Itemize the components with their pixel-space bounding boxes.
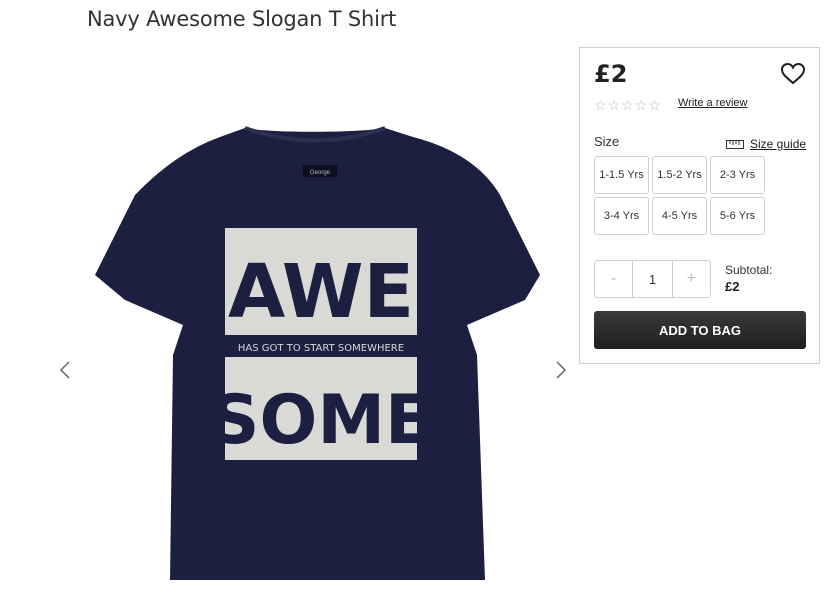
product-image: George AWE HAS GOT TO START SOMEWHERE SO… [95, 126, 540, 580]
size-option[interactable]: 3-4 Yrs [594, 197, 649, 235]
heart-icon [780, 62, 806, 85]
quantity-field[interactable]: 1 [632, 261, 673, 297]
gallery-next-button[interactable] [550, 360, 570, 380]
size-option[interactable]: 1-1.5 Yrs [594, 156, 649, 194]
print-middle-text: HAS GOT TO START SOMEWHERE [238, 343, 404, 354]
print-top-text: AWE [228, 249, 414, 335]
subtotal-value: £2 [725, 279, 740, 294]
wishlist-button[interactable] [780, 62, 806, 86]
size-options: 1-1.5 Yrs 1.5-2 Yrs 2-3 Yrs 3-4 Yrs 4-5 … [594, 156, 765, 235]
size-option[interactable]: 2-3 Yrs [710, 156, 765, 194]
size-guide-label: Size guide [750, 137, 807, 151]
product-title: Navy Awesome Slogan T Shirt [87, 7, 397, 31]
size-option[interactable]: 5-6 Yrs [710, 197, 765, 235]
rating-stars: ☆ ☆ ☆ ☆ ☆ [594, 98, 661, 112]
star-icon: ☆ [634, 97, 648, 113]
tshirt-shape [95, 128, 540, 580]
size-option[interactable]: 1.5-2 Yrs [652, 156, 707, 194]
neck-label-text: George [310, 170, 331, 176]
size-guide-link[interactable]: Size guide [726, 137, 806, 151]
ruler-icon [726, 139, 744, 149]
star-icon: ☆ [607, 97, 621, 113]
price: £2 [594, 60, 628, 88]
product-gallery: George AWE HAS GOT TO START SOMEWHERE SO… [50, 110, 580, 590]
write-review-link[interactable]: Write a review [678, 97, 747, 109]
print-bottom-text: SOME [211, 381, 432, 460]
quantity-increase-button[interactable]: + [673, 261, 710, 297]
chevron-left-icon [59, 361, 70, 379]
quantity-stepper: - 1 + [594, 260, 711, 298]
gallery-prev-button[interactable] [56, 360, 76, 380]
star-icon: ☆ [621, 97, 634, 113]
subtotal-label: Subtotal: [725, 263, 773, 277]
add-to-bag-button[interactable]: ADD TO BAG [594, 311, 806, 349]
size-label: Size [594, 134, 620, 149]
size-option[interactable]: 4-5 Yrs [652, 197, 707, 235]
star-icon: ☆ [594, 97, 607, 113]
purchase-panel: £2 ☆ ☆ ☆ ☆ ☆ Write a review Size Size gu… [579, 47, 820, 364]
chevron-right-icon [556, 361, 567, 379]
quantity-decrease-button[interactable]: - [595, 261, 632, 297]
star-icon: ☆ [648, 97, 661, 113]
